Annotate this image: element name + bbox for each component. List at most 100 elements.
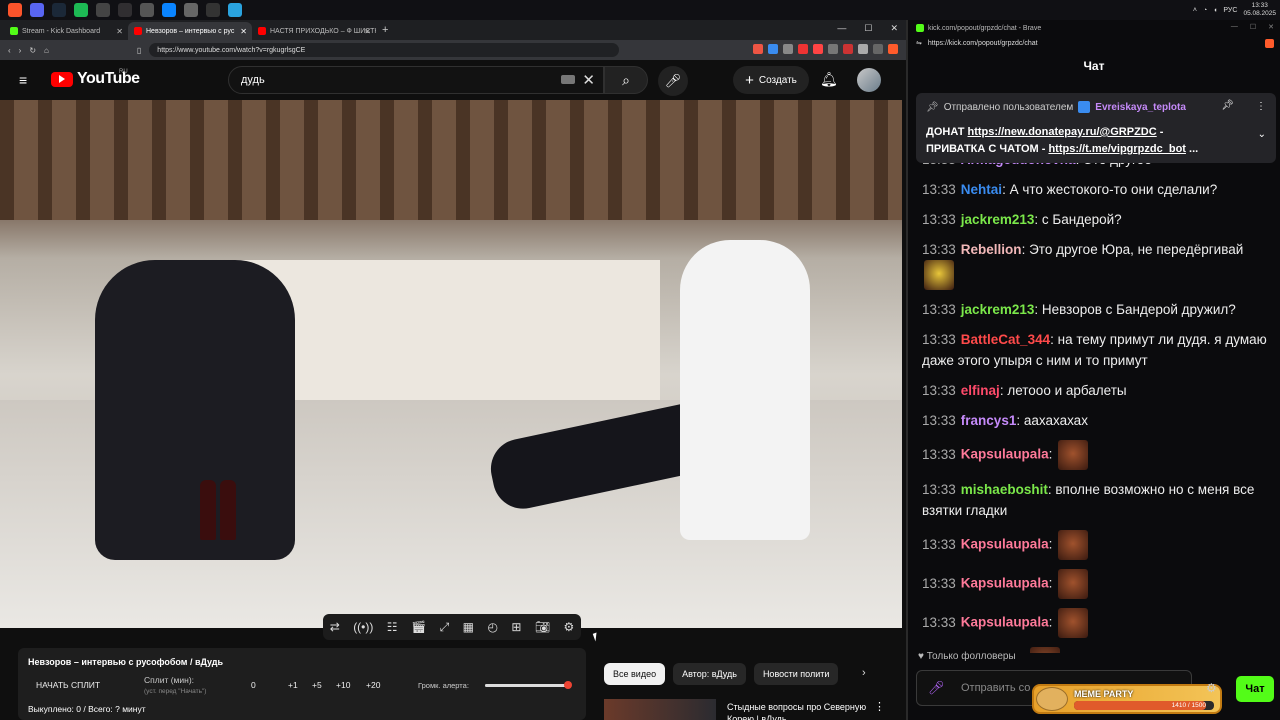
more-options-icon[interactable]: ⋮ xyxy=(1256,101,1266,112)
brave-icon[interactable] xyxy=(8,3,22,17)
playlist-icon[interactable]: ☷ xyxy=(387,620,398,634)
message-username[interactable]: Kapsulaupala xyxy=(961,615,1049,630)
loop-icon[interactable]: ⇄ xyxy=(330,620,340,634)
language-indicator[interactable]: РУС xyxy=(1223,7,1237,14)
maximize-icon[interactable]: ☐ xyxy=(864,23,872,34)
volume-icon[interactable]: ◖ xyxy=(1213,7,1217,14)
obs-icon[interactable] xyxy=(118,3,132,17)
tray-chevron-icon[interactable]: ˄ xyxy=(1193,7,1197,14)
start-split-button[interactable]: НАЧАТЬ СПЛИТ xyxy=(36,680,100,690)
clapper-icon[interactable]: 🎬︎ xyxy=(411,620,426,634)
telegram-link[interactable]: https://t.me/vipgrpzdc_bot xyxy=(1048,143,1186,155)
extension-icon[interactable] xyxy=(783,44,793,54)
extension-icon[interactable] xyxy=(873,44,883,54)
add-clip-icon[interactable]: ⊞ xyxy=(511,620,521,634)
discord-icon[interactable] xyxy=(30,3,44,17)
brave-shield-icon[interactable] xyxy=(1265,38,1274,48)
menu-icon[interactable]: ≡ xyxy=(19,73,33,87)
volume-knob[interactable] xyxy=(564,681,573,689)
more-options-icon[interactable]: ⋮ xyxy=(874,700,885,713)
clock[interactable]: 13:33 05.08.2025 xyxy=(1243,2,1276,18)
filter-chip[interactable]: Автор: вДудь xyxy=(673,663,746,685)
network-icon[interactable]: ◔ xyxy=(1203,7,1207,14)
filter-chip[interactable]: Все видео xyxy=(604,663,666,685)
back-icon[interactable]: ‹ xyxy=(8,46,11,55)
chevron-down-icon[interactable]: ⌄ xyxy=(1258,129,1266,140)
notifications-icon[interactable]: 🔔︎ xyxy=(820,71,838,88)
filmstrip-icon[interactable]: ▦ xyxy=(463,620,474,634)
extension-icon[interactable] xyxy=(753,44,763,54)
keyboard-icon[interactable] xyxy=(561,75,575,84)
close-tab-icon[interactable]: ✕ xyxy=(240,27,247,36)
url-field[interactable]: https://www.youtube.com/watch?v=rgkugrls… xyxy=(149,43,620,57)
increment-button[interactable]: +1 xyxy=(288,680,298,690)
app2-icon[interactable] xyxy=(140,3,154,17)
minimize-icon[interactable]: — xyxy=(1231,23,1238,31)
settings-icon[interactable]: ⚙ xyxy=(563,620,574,634)
video-player[interactable] xyxy=(0,100,902,628)
browser-tab[interactable]: Невзоров – интервью с рус ✕ xyxy=(128,22,252,40)
increment-button[interactable]: +10 xyxy=(336,680,350,690)
screenshot-icon[interactable]: 📷︎ xyxy=(535,620,550,634)
message-username[interactable]: mishaeboshit xyxy=(961,482,1048,497)
speed-icon[interactable]: ◴ xyxy=(487,620,497,634)
home-icon[interactable]: ⌂ xyxy=(44,46,49,55)
forward-icon[interactable]: › xyxy=(19,46,22,55)
search-input[interactable]: дудь ✕ xyxy=(228,66,604,94)
bookmark-icon[interactable]: ▯ xyxy=(137,46,141,55)
close-window-icon[interactable]: ✕ xyxy=(890,23,898,34)
chevron-right-icon[interactable]: › xyxy=(862,667,866,679)
message-username[interactable]: Kapsulaupala xyxy=(961,447,1049,462)
volume-slider[interactable] xyxy=(485,681,573,689)
reload-icon[interactable]: ↻ xyxy=(29,46,36,55)
app5-icon[interactable] xyxy=(206,3,220,17)
avatar[interactable] xyxy=(857,68,881,92)
maximize-icon[interactable]: ☐ xyxy=(1250,23,1256,31)
message-username[interactable]: jackrem213 xyxy=(961,302,1035,317)
extension-icon[interactable] xyxy=(828,44,838,54)
extension-icon[interactable] xyxy=(813,44,823,54)
create-button[interactable]: + Создать xyxy=(733,66,809,94)
steam-icon[interactable] xyxy=(52,3,66,17)
browser-tab[interactable]: Stream - Kick Dashboard ✕ xyxy=(4,22,128,40)
microphone-icon[interactable]: 🎤︎ xyxy=(928,680,945,696)
extension-icon[interactable] xyxy=(798,44,808,54)
address-bar[interactable]: ⇋ https://kick.com/popout/grpzdc/chat xyxy=(908,36,1280,50)
split-value-input[interactable]: 0 xyxy=(251,680,256,690)
chat-settings-icon[interactable]: ⚙ xyxy=(1206,681,1217,695)
site-info-icon[interactable]: ⇋ xyxy=(916,39,922,47)
app3-icon[interactable] xyxy=(162,3,176,17)
close-window-icon[interactable]: ✕ xyxy=(1268,23,1274,31)
unpin-icon[interactable]: 📌︎ xyxy=(1221,100,1234,111)
message-username[interactable]: Armageddonovna xyxy=(961,163,1076,167)
donate-link[interactable]: https://new.donatepay.ru/@GRPZDC xyxy=(968,126,1157,138)
related-video-title[interactable]: Стыдные вопросы про Северную Корею | вДу… xyxy=(727,701,867,720)
close-tab-icon[interactable]: ✕ xyxy=(364,27,371,36)
message-username[interactable]: Rebellion xyxy=(961,242,1022,257)
telegram-icon[interactable] xyxy=(228,3,242,17)
app4-icon[interactable] xyxy=(184,3,198,17)
filter-chip[interactable]: Новости полити xyxy=(753,663,839,685)
brave-shield-icon[interactable] xyxy=(888,44,898,54)
message-username[interactable]: Nehtai xyxy=(961,182,1002,197)
clear-search-icon[interactable]: ✕ xyxy=(582,71,595,89)
extension-icon[interactable] xyxy=(768,44,778,54)
increment-button[interactable]: +20 xyxy=(366,680,380,690)
pinned-user[interactable]: Evreiskaya_teplota xyxy=(1095,102,1186,113)
search-button[interactable]: ⌕ xyxy=(604,66,648,94)
message-username[interactable]: jackrem213 xyxy=(961,212,1035,227)
extension-icon[interactable] xyxy=(843,44,853,54)
broadcast-icon[interactable]: ((•)) xyxy=(353,620,373,634)
new-tab-button[interactable]: + xyxy=(382,24,388,36)
message-username[interactable]: francys1 xyxy=(961,413,1017,428)
resize-icon[interactable]: ⤢ xyxy=(440,620,450,635)
extension-icon[interactable] xyxy=(858,44,868,54)
youtube-logo[interactable]: YouTube RU xyxy=(51,69,140,88)
browser-tab[interactable]: НАСТЯ ПРИХОДЬКО – Ф ШИСТК ✕ xyxy=(252,22,376,40)
message-username[interactable]: elfinaj xyxy=(961,383,1000,398)
increment-button[interactable]: +5 xyxy=(312,680,322,690)
voice-search-button[interactable]: 🎤︎ xyxy=(658,66,688,96)
close-tab-icon[interactable]: ✕ xyxy=(116,27,123,36)
related-video-thumbnail[interactable] xyxy=(604,699,716,720)
message-username[interactable]: Kapsulaupala xyxy=(961,576,1049,591)
